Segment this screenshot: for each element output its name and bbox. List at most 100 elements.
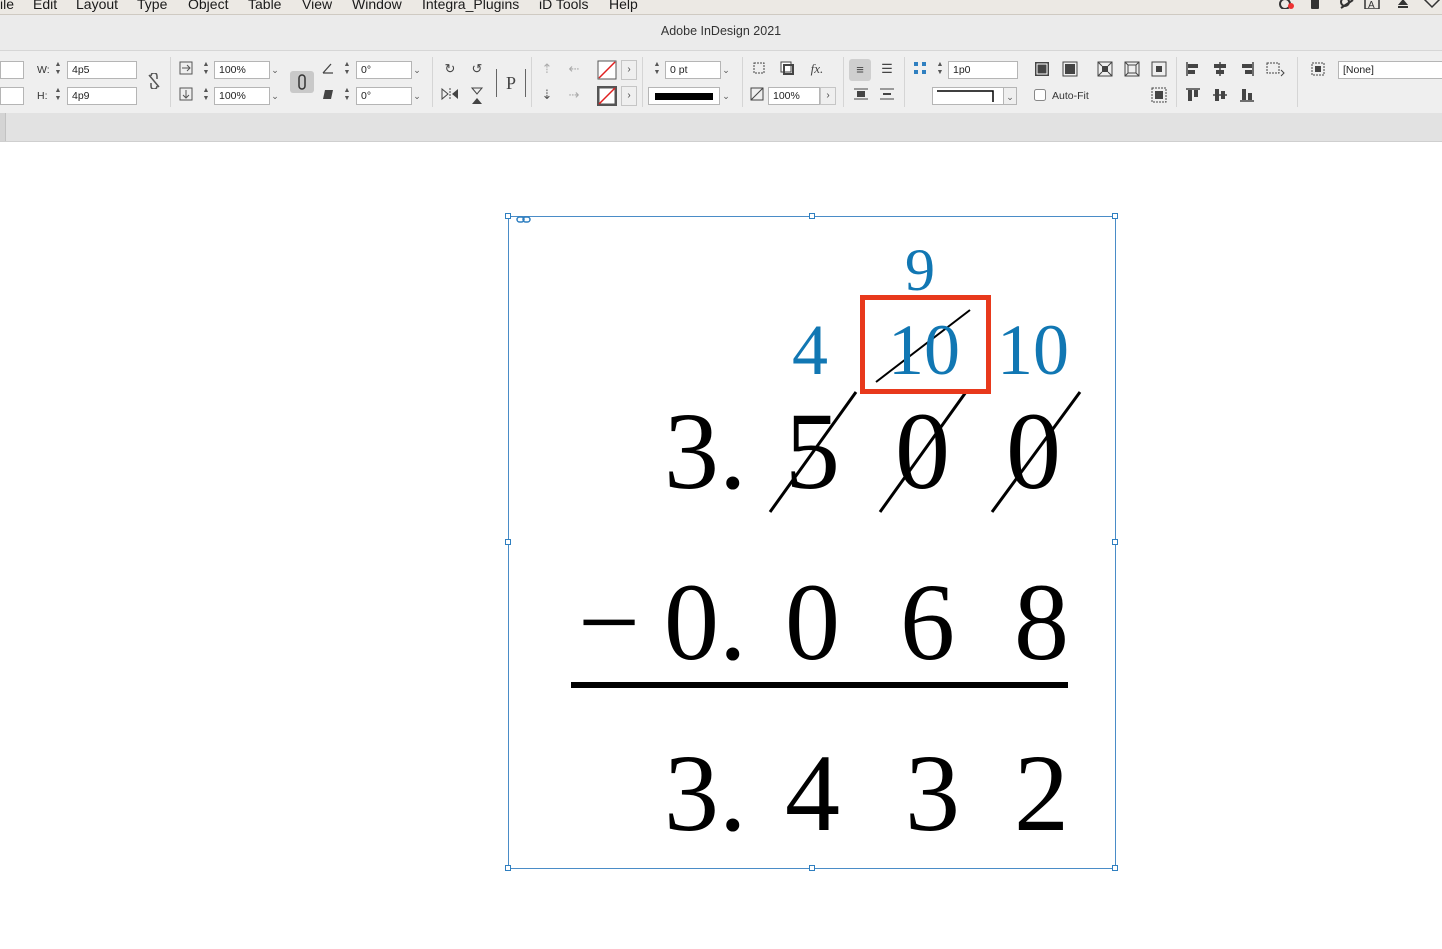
- constrain-proportions-icon[interactable]: [146, 72, 162, 93]
- frame-handle-top-right[interactable]: [1112, 213, 1118, 219]
- fill-frame-proportionally-icon[interactable]: [1032, 61, 1052, 81]
- align-vertical-centers-icon[interactable]: [1211, 87, 1229, 107]
- shear-stepper[interactable]: ▲ ▼: [341, 87, 353, 105]
- stroke-weight-stepper[interactable]: ▲ ▼: [651, 61, 663, 79]
- menu-table[interactable]: Table: [248, 0, 281, 12]
- stroke-swatch-icon[interactable]: [596, 85, 618, 107]
- notification-icon[interactable]: [1422, 0, 1442, 12]
- menu-file[interactable]: ile: [0, 0, 14, 12]
- width-field[interactable]: 4p5: [67, 61, 137, 79]
- fit-frame-to-content-icon[interactable]: [1095, 61, 1115, 81]
- frame-handle-bottom-left[interactable]: [505, 865, 511, 871]
- y-field[interactable]: [0, 87, 24, 105]
- minuend-digit-2: 0: [895, 390, 950, 512]
- menu-view[interactable]: View: [302, 0, 332, 12]
- scale-x-field[interactable]: 100%: [214, 61, 270, 79]
- align-left-edges-icon[interactable]: [1184, 61, 1202, 81]
- fill-swatch-icon[interactable]: [597, 60, 617, 80]
- eject-icon[interactable]: [1396, 0, 1410, 12]
- menu-layout[interactable]: Layout: [76, 0, 118, 12]
- menu-edit[interactable]: Edit: [33, 0, 57, 12]
- frame-stroke-style-dropdown[interactable]: ⌄: [1003, 87, 1017, 105]
- fill-menu-chevron-icon[interactable]: ›: [621, 60, 637, 80]
- align-to-selection-icon[interactable]: [1265, 61, 1287, 81]
- frame-handle-top-left[interactable]: [505, 213, 511, 219]
- menu-type[interactable]: Type: [137, 0, 167, 12]
- shear-angle-field[interactable]: 0°: [356, 87, 412, 105]
- align-horizontal-centers-icon[interactable]: [1211, 61, 1229, 81]
- center-content-icon[interactable]: [1149, 61, 1169, 81]
- select-container-icon[interactable]: ⇡: [538, 61, 556, 77]
- x-field[interactable]: [0, 61, 24, 79]
- jump-object-icon[interactable]: [877, 87, 897, 105]
- tray-text-icon[interactable]: A: [1364, 0, 1380, 12]
- spacing-field[interactable]: 1p0: [948, 61, 1018, 79]
- stroke-weight-dropdown[interactable]: ⌄: [719, 61, 733, 79]
- tray-app-icon[interactable]: [1308, 0, 1322, 12]
- align-right-edges-icon[interactable]: [1238, 61, 1256, 81]
- scale-x-stepper[interactable]: ▲ ▼: [200, 61, 212, 79]
- fit-content-proportionally-icon[interactable]: [1060, 61, 1080, 81]
- document-tab-stub[interactable]: [0, 113, 6, 141]
- reference-point-p-icon[interactable]: P: [496, 69, 526, 97]
- frame-corner-icon[interactable]: [750, 61, 768, 79]
- flip-horizontal-icon[interactable]: [440, 87, 460, 105]
- menu-integra-plugins[interactable]: Integra_Plugins: [422, 0, 519, 12]
- rotate-dropdown[interactable]: ⌄: [410, 61, 424, 79]
- spacing-stepper[interactable]: ▲ ▼: [934, 61, 946, 79]
- content-aware-fit-icon[interactable]: [1149, 87, 1169, 107]
- frame-handle-bottom-center[interactable]: [809, 865, 815, 871]
- height-field[interactable]: 4p9: [67, 87, 137, 105]
- title-bar: Adobe InDesign 2021: [0, 15, 1442, 50]
- frame-handle-bottom-right[interactable]: [1112, 865, 1118, 871]
- flip-vertical-icon[interactable]: [468, 87, 486, 109]
- height-stepper[interactable]: ▲ ▼: [52, 87, 64, 105]
- stroke-weight-field[interactable]: 0 pt: [665, 61, 721, 79]
- stroke-type-field[interactable]: [648, 87, 720, 105]
- menu-window[interactable]: Window: [352, 0, 402, 12]
- menu-id-tools[interactable]: iD Tools: [539, 0, 589, 12]
- scale-y-stepper[interactable]: ▲ ▼: [200, 87, 212, 105]
- select-previous-icon[interactable]: ⇠: [564, 61, 584, 77]
- frame-stroke-style-field[interactable]: [932, 87, 1004, 105]
- align-bottom-edges-icon[interactable]: [1238, 87, 1256, 107]
- align-top-edges-icon[interactable]: [1184, 87, 1202, 107]
- rotate-ccw-icon[interactable]: ↺: [468, 61, 486, 77]
- object-style-field[interactable]: [None]: [1338, 61, 1442, 79]
- stroke-menu-chevron-icon[interactable]: ›: [621, 86, 637, 106]
- frame-handle-middle-left[interactable]: [505, 539, 511, 545]
- fit-content-to-frame-icon[interactable]: [1122, 61, 1142, 81]
- separator: [642, 57, 643, 107]
- width-stepper[interactable]: ▲ ▼: [52, 61, 64, 79]
- borrow-digit-1: 4: [792, 310, 828, 390]
- link-chain-icon[interactable]: [516, 212, 532, 230]
- auto-fit-checkbox[interactable]: [1033, 89, 1047, 105]
- rotate-cw-icon[interactable]: ↻: [441, 61, 459, 77]
- select-content-icon[interactable]: ⇣: [538, 87, 556, 103]
- creative-cloud-icon[interactable]: [1278, 0, 1294, 12]
- text-wrap-columns-icon[interactable]: ☰: [877, 61, 897, 77]
- scale-y-dropdown[interactable]: ⌄: [268, 87, 282, 105]
- stroke-type-dropdown[interactable]: ⌄: [719, 87, 733, 105]
- opacity-field[interactable]: 100%: [768, 87, 820, 105]
- tray-tool-icon[interactable]: [1339, 0, 1355, 12]
- rotate-stepper[interactable]: ▲ ▼: [341, 61, 353, 79]
- constrain-scale-icon[interactable]: [290, 71, 314, 93]
- select-next-icon[interactable]: ⇢: [564, 87, 584, 103]
- scale-x-dropdown[interactable]: ⌄: [268, 61, 282, 79]
- effects-fx-icon[interactable]: fx.: [806, 61, 828, 77]
- document-canvas[interactable]: 9 4 10 10 3. 5 0 0 − 0. 0 6 8 3. 4 3 2: [0, 142, 1442, 949]
- menu-object[interactable]: Object: [188, 0, 228, 12]
- wrap-around-shape-icon[interactable]: [851, 87, 871, 105]
- shear-angle-icon: [320, 87, 336, 105]
- scale-y-field[interactable]: 100%: [214, 87, 270, 105]
- align-left-text-icon[interactable]: ≡: [849, 59, 871, 81]
- frame-handle-middle-right[interactable]: [1112, 539, 1118, 545]
- frame-handle-top-center[interactable]: [809, 213, 815, 219]
- shear-dropdown[interactable]: ⌄: [410, 87, 424, 105]
- drop-shadow-icon[interactable]: [778, 61, 796, 79]
- rotate-angle-field[interactable]: 0°: [356, 61, 412, 79]
- menu-help[interactable]: Help: [609, 0, 638, 12]
- rotate-angle-icon: [320, 61, 336, 79]
- opacity-menu-chevron-icon[interactable]: ›: [820, 87, 836, 105]
